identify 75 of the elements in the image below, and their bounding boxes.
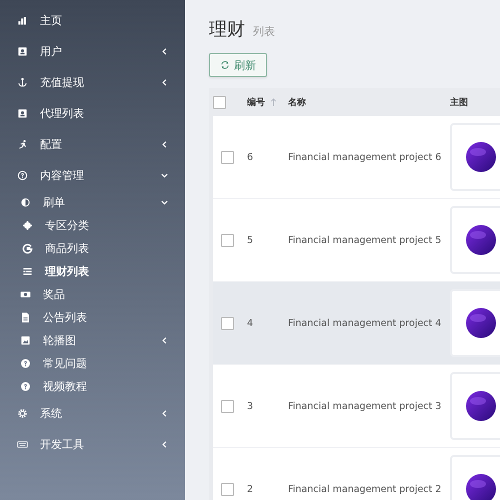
menu-label: 视频教程 (43, 379, 88, 394)
burst-icon (22, 220, 33, 231)
menu-label: 轮播图 (43, 333, 77, 348)
menu-label: 专区分类 (45, 218, 90, 233)
document-icon (20, 312, 31, 323)
menu-label: 配置 (40, 137, 63, 152)
question-outline-icon (17, 170, 28, 181)
sidebar-item[interactable]: 理财列表 (0, 260, 185, 283)
table-cell: Financial management project 2 (288, 484, 442, 494)
menu-label: 理财列表 (45, 264, 90, 279)
row-checkbox[interactable] (221, 316, 234, 330)
page-title: 理财 (209, 18, 245, 41)
row-checkbox[interactable] (221, 234, 234, 246)
column-header[interactable]: 编号 (247, 96, 265, 108)
sort-arrow-icon[interactable] (270, 98, 277, 106)
menu-label: 充值提现 (40, 75, 85, 90)
row-checkbox[interactable] (221, 482, 234, 496)
g-mark-icon (22, 243, 33, 254)
image-icon (20, 335, 31, 346)
table-cell: Financial management project 6 (288, 152, 442, 162)
row-checkbox[interactable] (221, 150, 234, 164)
sidebar-item[interactable]: 视频教程 (0, 375, 185, 398)
row-checkbox[interactable] (221, 400, 234, 412)
menu-label: 刷单 (43, 195, 66, 210)
sidebar-item[interactable]: 主页 (0, 5, 185, 36)
sidebar-item[interactable]: 充值提现 (0, 67, 185, 98)
refresh-icon (220, 60, 230, 70)
half-circle-icon (20, 197, 31, 208)
list-icon (22, 266, 33, 277)
sidebar-item[interactable]: 公告列表 (0, 306, 185, 329)
sidebar-item[interactable]: 常见问题 (0, 352, 185, 375)
menu-label: 内容管理 (40, 168, 85, 183)
menu-label: 系统 (40, 406, 63, 421)
menu-label: 商品列表 (45, 241, 90, 256)
page-subtitle: 列表 (253, 24, 275, 39)
sidebar-item[interactable]: 系统 (0, 398, 185, 429)
user-card-icon (17, 46, 28, 57)
sidebar-item[interactable]: 专区分类 (0, 214, 185, 237)
table-cell: 5 (247, 234, 254, 246)
keyboard-icon (17, 439, 28, 450)
anchor-icon (17, 77, 28, 88)
gear-icon (17, 408, 28, 419)
bar-chart-icon (17, 15, 28, 26)
sidebar-item[interactable]: 轮播图 (0, 329, 185, 352)
money-icon (20, 289, 31, 300)
sidebar-item[interactable]: 用户 (0, 36, 185, 67)
sidebar-item[interactable]: 配置 (0, 129, 185, 160)
sidebar-item[interactable]: 内容管理 (0, 160, 185, 191)
column-header: 名称 (288, 98, 306, 108)
menu-label: 奖品 (43, 287, 66, 302)
table-cell: 2 (247, 484, 254, 494)
menu-label: 代理列表 (40, 106, 85, 121)
sidebar-item[interactable]: 刷单 (0, 191, 185, 214)
sidebar-item[interactable]: 代理列表 (0, 98, 185, 129)
menu-label: 常见问题 (43, 356, 88, 371)
refresh-button[interactable]: 刷新 (209, 53, 267, 77)
menu-label: 开发工具 (40, 437, 85, 452)
table-cell: 4 (247, 318, 254, 328)
column-header: 主图 (450, 98, 468, 108)
sidebar-item[interactable]: 商品列表 (0, 237, 185, 260)
table-cell: Financial management project 5 (288, 234, 442, 246)
table-cell: Financial management project 4 (288, 318, 442, 328)
table-cell: 6 (247, 152, 254, 162)
menu-label: 用户 (40, 44, 63, 59)
runner-icon (17, 139, 28, 150)
table-cell: Financial management project 3 (288, 400, 442, 412)
sidebar-item[interactable]: 奖品 (0, 283, 185, 306)
question-filled-icon (20, 381, 31, 392)
menu-label: 公告列表 (43, 310, 88, 325)
user-card-icon (17, 108, 28, 119)
question-filled-icon (20, 358, 31, 369)
sidebar-item[interactable]: 开发工具 (0, 429, 185, 460)
select-all-checkbox[interactable] (213, 96, 226, 108)
menu-label: 主页 (40, 13, 63, 28)
table-cell: 3 (247, 400, 254, 412)
